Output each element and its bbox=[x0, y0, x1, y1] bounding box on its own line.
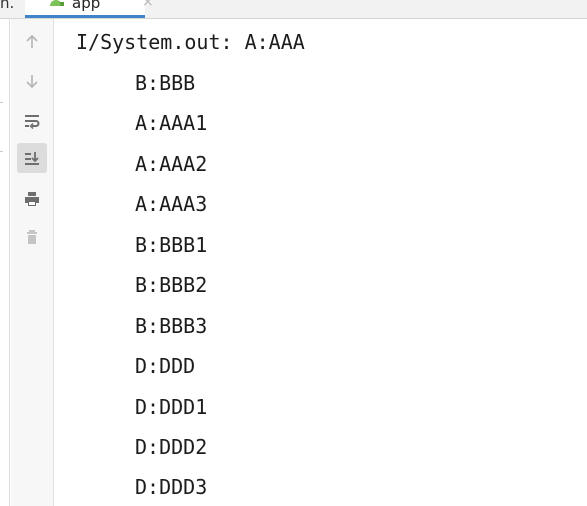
scroll-to-end-icon bbox=[25, 152, 39, 165]
console-line: D:DDD1 bbox=[135, 395, 208, 419]
scroll-to-end-button[interactable] bbox=[17, 143, 47, 173]
console-line: D:DDD bbox=[135, 354, 196, 378]
scroll-down-button[interactable] bbox=[17, 66, 47, 96]
console-line: A:AAA1 bbox=[135, 111, 208, 135]
console-line: B:BBB2 bbox=[135, 273, 208, 297]
console-line: I/System.out: A:AAA bbox=[76, 30, 305, 54]
tab-app-label: app bbox=[72, 0, 101, 12]
console-line: B:BBB bbox=[135, 71, 196, 95]
tab-bar: n. app × bbox=[0, 0, 587, 19]
soft-wrap-button[interactable] bbox=[17, 106, 47, 136]
active-tab-indicator bbox=[25, 15, 145, 18]
trash-icon bbox=[27, 230, 37, 244]
console-line: D:DDD3 bbox=[135, 475, 208, 499]
printer-icon bbox=[25, 192, 39, 206]
console-line: D:DDD2 bbox=[135, 435, 208, 459]
scroll-up-button[interactable] bbox=[17, 27, 47, 57]
print-button[interactable] bbox=[17, 184, 47, 214]
console-line: A:AAA2 bbox=[135, 152, 208, 176]
tab-close-icon[interactable]: × bbox=[142, 0, 154, 10]
console-line: B:BBB1 bbox=[135, 233, 208, 257]
gutter-divider bbox=[9, 19, 10, 506]
gutter-tick bbox=[0, 102, 3, 103]
arrow-down-icon bbox=[26, 75, 38, 89]
arrow-up-icon bbox=[26, 34, 38, 48]
tab-previous-label[interactable]: n. bbox=[0, 0, 14, 12]
soft-wrap-icon bbox=[25, 115, 40, 129]
console-toolbar bbox=[11, 19, 54, 506]
console-line: B:BBB3 bbox=[135, 314, 208, 338]
clear-all-button[interactable] bbox=[17, 222, 47, 252]
gutter-tick bbox=[0, 151, 3, 152]
android-icon bbox=[50, 0, 64, 6]
console-output[interactable]: I/System.out: A:AAA B:BBB A:AAA1 A:AAA2 … bbox=[54, 19, 587, 506]
console-line: A:AAA3 bbox=[135, 192, 208, 216]
logcat-window: n. app × I/System.out: A:AAA B:BBB A:AAA… bbox=[0, 0, 587, 506]
